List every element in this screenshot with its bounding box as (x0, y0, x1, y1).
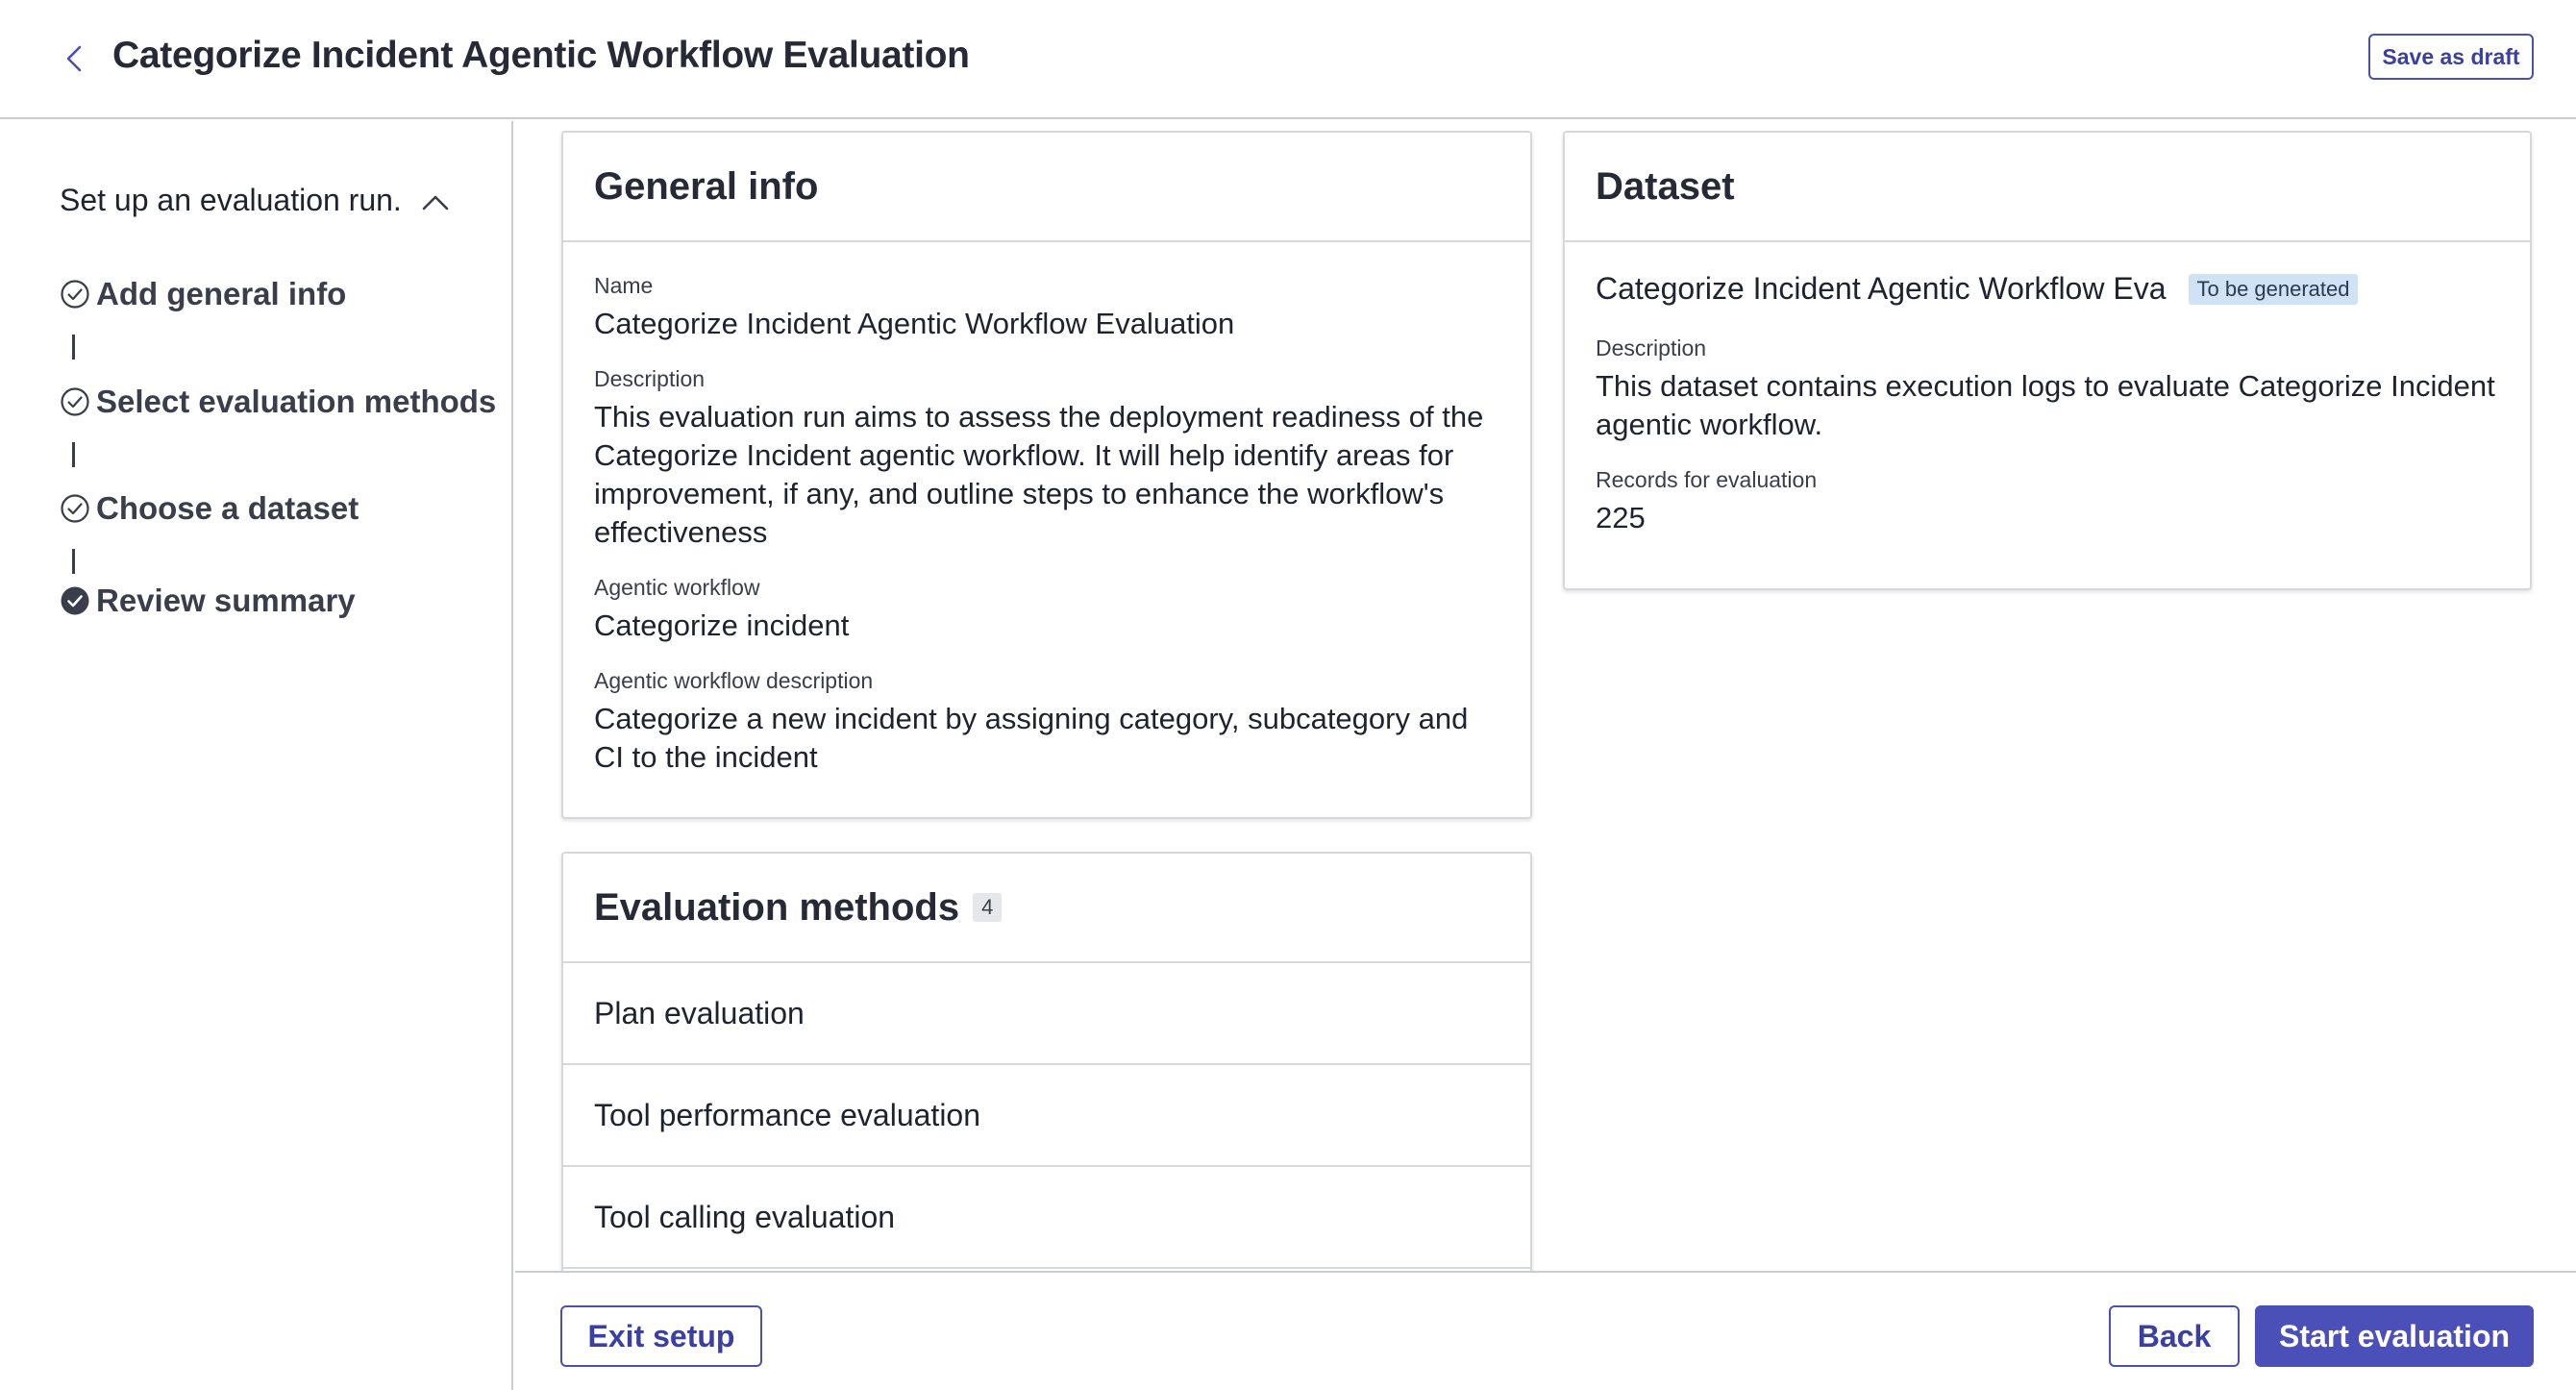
dataset-name-row: Categorize Incident Agentic Workflow Eva… (1596, 271, 2499, 307)
field-value: Categorize incident (594, 608, 850, 642)
field-label: Description (1596, 335, 1707, 360)
chevron-up-icon[interactable] (419, 188, 452, 215)
sidebar-heading: Set up an evaluation run. (60, 183, 402, 217)
field-label: Records for evaluation (1596, 467, 1818, 492)
list-item: Tool performance evaluation (563, 1065, 1530, 1167)
general-info-title: General info (594, 164, 819, 208)
step-label: Review summary (96, 583, 356, 618)
page-header: Categorize Incident Agentic Workflow Eva… (0, 0, 2576, 119)
check-circle-filled-icon (61, 586, 89, 615)
step-choose-dataset[interactable]: Choose a dataset (60, 489, 359, 528)
evaluation-methods-card: Evaluation methods 4 Plan evaluation Too… (561, 852, 1532, 1271)
field-value: Categorize a new incident by assigning c… (594, 702, 1469, 774)
dataset-card: Dataset Categorize Incident Agentic Work… (1563, 131, 2532, 590)
back-chevron-icon[interactable] (60, 42, 88, 75)
app-root: Categorize Incident Agentic Workflow Eva… (0, 0, 2576, 1390)
save-as-draft-button[interactable]: Save as draft (2368, 34, 2534, 80)
list-item: Tool calling evaluation (563, 1167, 1530, 1269)
field-label: Agentic workflow (594, 575, 760, 600)
card-body: Name Categorize Incident Agentic Workflo… (563, 242, 1530, 777)
dataset-description-field: Description This dataset contains execut… (1596, 335, 2499, 444)
card-header: Dataset (1565, 133, 2530, 242)
agentic-workflow-field: Agentic workflow Categorize incident (594, 575, 1499, 645)
list-item: Plan evaluation (563, 963, 1530, 1065)
footer-bar: Exit setup Back Start evaluation (515, 1271, 2576, 1390)
card-body: Categorize Incident Agentic Workflow Eva… (1565, 242, 2530, 537)
field-value: This evaluation run aims to assess the d… (594, 400, 1484, 549)
step-label: Select evaluation methods (96, 384, 497, 419)
main-content[interactable]: General info Name Categorize Incident Ag… (515, 121, 2576, 1271)
back-button[interactable]: Back (2109, 1305, 2240, 1367)
evaluation-methods-title: Evaluation methods (594, 885, 960, 929)
general-info-card: General info Name Categorize Incident Ag… (561, 131, 1532, 819)
field-value: 225 (1596, 501, 1646, 534)
card-header: Evaluation methods 4 (563, 854, 1530, 963)
check-circle-icon (61, 280, 89, 309)
check-circle-icon (61, 494, 89, 523)
page-title: Categorize Incident Agentic Workflow Eva… (112, 35, 970, 76)
field-value: This dataset contains execution logs to … (1596, 369, 2495, 441)
field-label: Agentic workflow description (594, 668, 874, 693)
step-add-general-info[interactable]: Add general info (60, 275, 346, 313)
step-review-summary[interactable]: Review summary (60, 582, 356, 620)
name-field: Name Categorize Incident Agentic Workflo… (594, 273, 1499, 343)
field-value: Categorize Incident Agentic Workflow Eva… (594, 307, 1235, 340)
status-badge: To be generated (2189, 273, 2358, 305)
methods-count-badge: 4 (973, 893, 1003, 922)
description-field: Description This evaluation run aims to … (594, 366, 1499, 552)
start-evaluation-button[interactable]: Start evaluation (2255, 1305, 2534, 1367)
step-connector (72, 442, 75, 467)
dataset-title: Dataset (1596, 164, 1735, 208)
field-label: Description (594, 366, 706, 391)
check-circle-icon (61, 387, 89, 416)
step-select-evaluation-methods[interactable]: Select evaluation methods (60, 383, 496, 421)
setup-sidebar: Set up an evaluation run. Add general in… (0, 121, 513, 1390)
field-label: Name (594, 273, 654, 298)
card-header: General info (563, 133, 1530, 242)
dataset-name: Categorize Incident Agentic Workflow Eva (1596, 271, 2167, 306)
exit-setup-button[interactable]: Exit setup (560, 1305, 762, 1367)
step-connector (72, 549, 75, 574)
records-field: Records for evaluation 225 (1596, 467, 2499, 537)
step-connector (72, 335, 75, 360)
step-label: Choose a dataset (96, 490, 359, 526)
step-label: Add general info (96, 276, 347, 311)
agentic-workflow-description-field: Agentic workflow description Categorize … (594, 668, 1499, 777)
